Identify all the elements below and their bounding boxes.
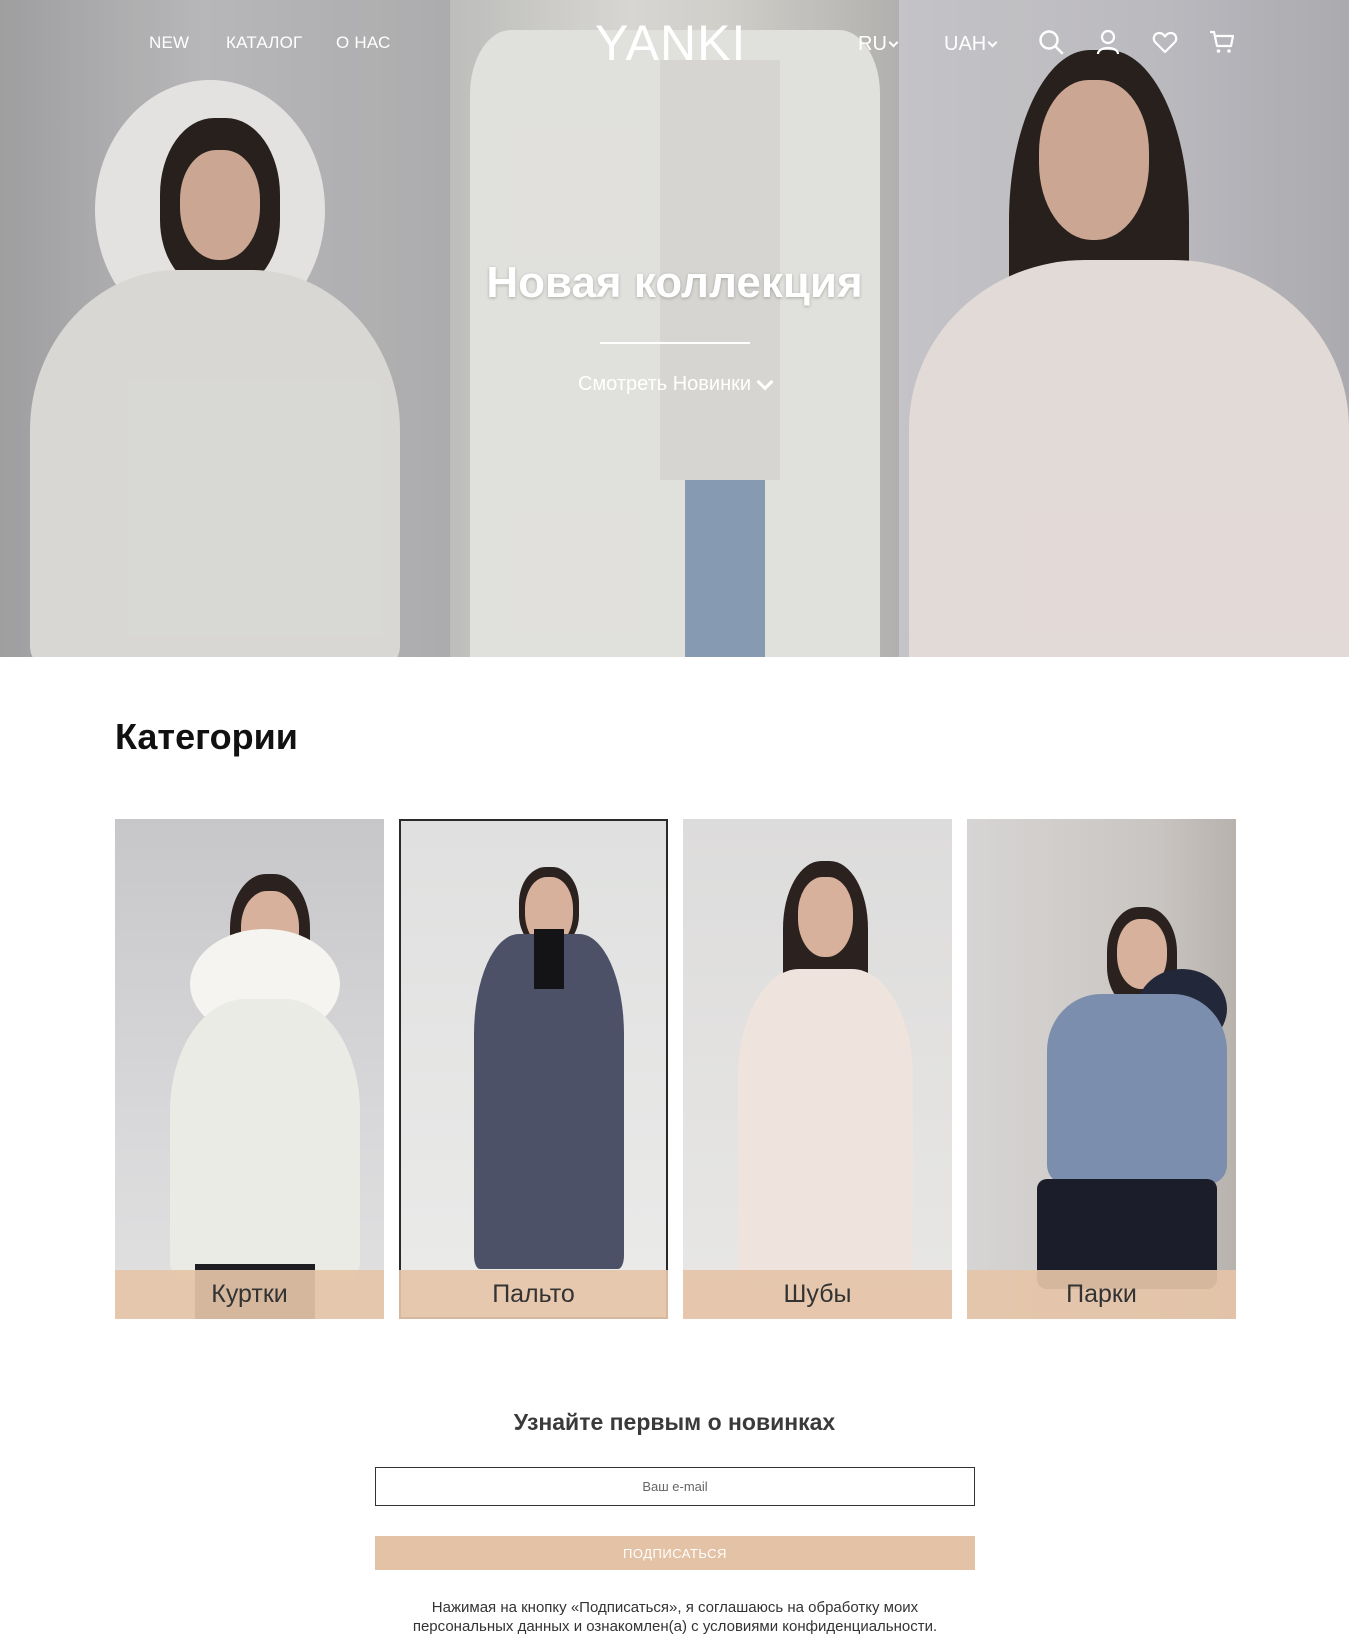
category-card-parkas[interactable]: Парки [967, 819, 1236, 1319]
hero-divider [600, 342, 750, 344]
nav-catalog[interactable]: КАТАЛОГ [226, 33, 302, 53]
subscribe-title: Узнайте первым о новинках [513, 1409, 836, 1435]
logo[interactable]: YANKI [595, 14, 746, 72]
cart-icon[interactable] [1208, 28, 1236, 56]
consent-line-1: Нажимая на кнопку «Подписаться», я согла… [431, 1599, 919, 1616]
hero-banner[interactable]: Новая коллекция Смотреть Новинки [0, 0, 1349, 657]
category-card-jackets[interactable]: Куртки [115, 819, 384, 1319]
consent-line-2: персональных данных и ознакомлен(а) с ус… [412, 1618, 938, 1635]
hero-title: Новая коллекция [486, 258, 863, 307]
currency-value: UAH [944, 33, 987, 55]
search-icon[interactable] [1037, 28, 1065, 56]
category-label-coats: Пальто [399, 1270, 668, 1319]
currency-select[interactable]: UAH [944, 33, 998, 56]
consent-text: Нажимая на кнопку «Подписаться», я согла… [375, 1598, 975, 1636]
chevron-down-icon [888, 37, 899, 48]
language-value: RU [858, 33, 887, 55]
category-coat-shape [170, 999, 360, 1279]
subscribe-button[interactable]: ПОДПИСАТЬСЯ [375, 1536, 975, 1570]
category-card-furs[interactable]: Шубы [683, 819, 952, 1319]
chevron-down-icon [987, 37, 998, 48]
email-field[interactable] [375, 1467, 975, 1506]
nav-about[interactable]: О НАС [336, 33, 390, 53]
top-nav: NEW КАТАЛОГ О НАС YANKI RU UAH [0, 0, 1349, 90]
nav-new[interactable]: NEW [149, 33, 189, 53]
chevron-down-icon [756, 373, 774, 390]
category-label-parkas: Парки [967, 1270, 1236, 1319]
categories-title: Категории [115, 716, 298, 757]
category-label-jackets: Куртки [115, 1270, 384, 1319]
category-label-furs: Шубы [683, 1270, 952, 1319]
view-new-button[interactable]: Смотреть Новинки [0, 373, 1349, 396]
user-icon[interactable] [1094, 28, 1122, 56]
category-card-coats[interactable]: Пальто [399, 819, 668, 1319]
heart-icon[interactable] [1151, 28, 1179, 56]
view-new-label: Смотреть Новинки [577, 373, 752, 395]
language-select[interactable]: RU [858, 33, 899, 56]
